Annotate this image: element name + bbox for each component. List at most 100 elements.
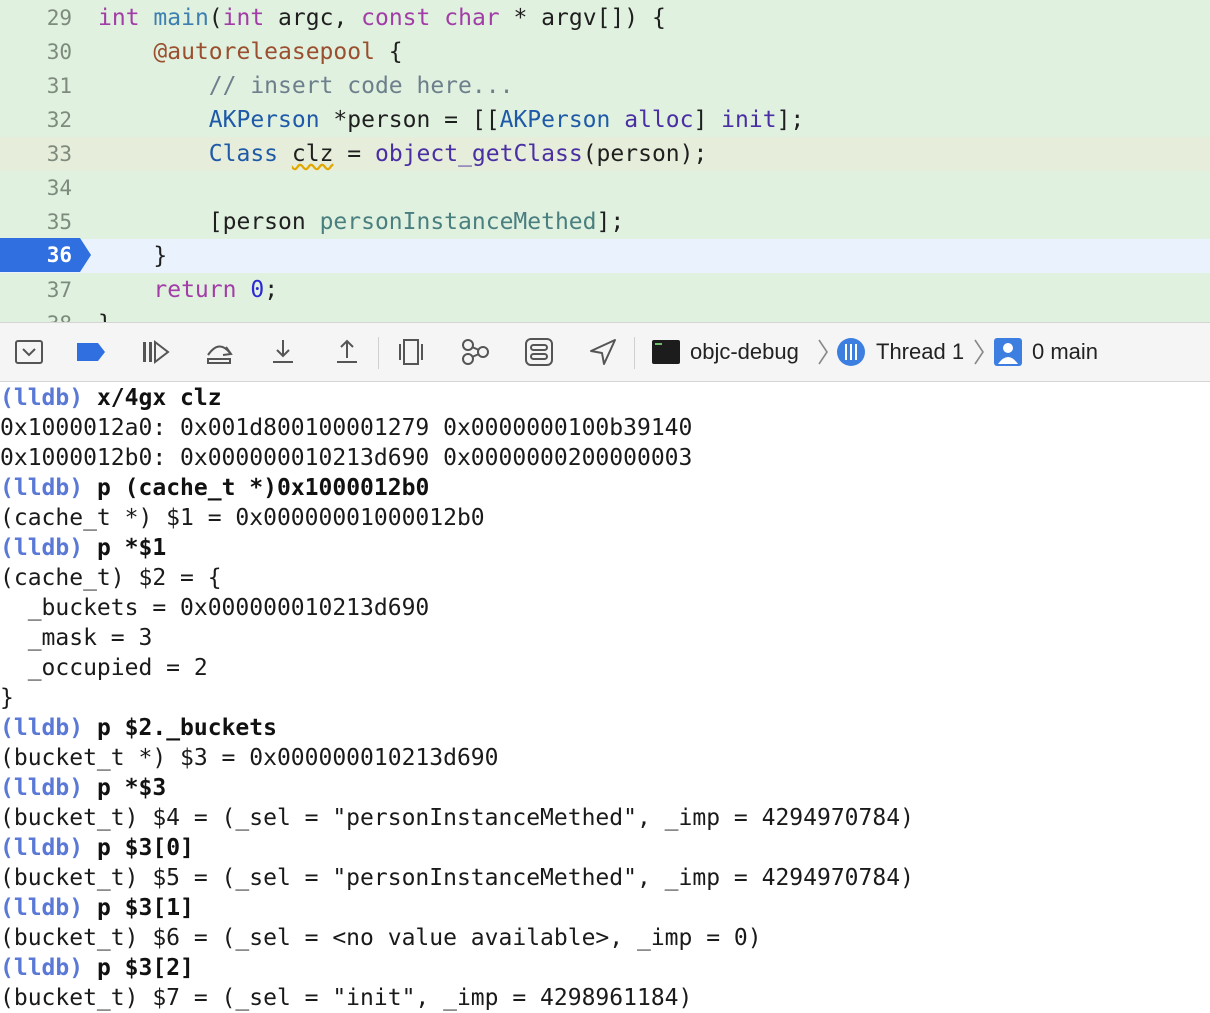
code-token: return [153,277,237,303]
code-token: ]; [776,107,805,133]
debug-memory-graph-button[interactable] [460,337,490,367]
code-line[interactable]: 30 @autoreleasepool { [0,35,1210,69]
code-token: [person [98,209,320,235]
console-command-line: (lldb) p $3[1] [0,893,194,923]
lldb-command: p $3[0] [96,835,194,861]
breakpoint-icon [77,343,105,361]
code-line[interactable]: 33 Class clz = object_getClass(person); [0,137,1210,171]
line-number[interactable]: 38 [0,307,72,322]
code-token: 0 [250,277,265,303]
line-number[interactable]: 29 [0,1,72,35]
source-editor[interactable]: 29 int main(int argc, const char * argv[]… [0,0,1210,322]
code-token: int [98,5,140,31]
hide-debug-area-button[interactable] [14,337,44,367]
code-line[interactable]: 32 AKPerson *person = [[AKPerson alloc] … [0,103,1210,137]
line-number[interactable]: 32 [0,103,72,137]
code-token: } [98,243,168,269]
code-line[interactable]: 35 [person personInstanceMethed]; [0,205,1210,239]
code-token: ]; [596,209,625,235]
lldb-prompt: (lldb) [0,535,84,561]
code-token: (person); [582,141,708,167]
environment-overrides-button[interactable] [524,337,554,367]
current-line-number: 36 [46,243,72,267]
line-number[interactable]: 37 [0,273,72,307]
debug-view-hierarchy-button[interactable] [396,337,426,367]
step-out-button[interactable] [332,337,362,367]
step-over-button[interactable] [204,337,234,367]
chevron-right-icon [818,339,828,365]
code-line[interactable]: 31 // insert code here... [0,69,1210,103]
location-arrow-icon [590,339,616,365]
toggle-breakpoints-button[interactable] [76,337,106,367]
code-token: int [222,5,265,31]
code-token: alloc [624,107,694,133]
line-number[interactable]: 34 [0,171,72,205]
lldb-prompt: (lldb) [0,385,84,411]
console-output-line: (bucket_t) $7 = (_sel = "init", _imp = 4… [0,985,693,1011]
console-command-line: (lldb) p $2._buckets [0,713,277,743]
code-token: ] [693,107,722,133]
code-line[interactable]: 37 return 0; [0,273,1210,307]
console-output-line: 0x1000012a0: 0x001d800100001279 0x000000… [0,415,693,441]
console-command-line: (lldb) p *$3 [0,773,166,803]
thread-icon [837,338,865,366]
code-token: } [98,311,112,322]
code-token: ( [208,5,223,31]
line-number[interactable]: 30 [0,35,72,69]
lldb-command: p *$3 [96,775,167,801]
code-text: return 0; [98,273,278,307]
code-token: *person = [[ [319,107,500,133]
lldb-prompt: (lldb) [0,835,84,861]
step-into-icon [273,340,293,363]
console-output-line: (bucket_t) $5 = (_sel = "personInstanceM… [0,865,914,891]
environment-overrides-icon [525,338,553,366]
code-line[interactable]: 29 int main(int argc, const char * argv[]… [0,1,1210,35]
breakpoint-marker[interactable]: 36 [0,238,92,272]
console-output-line: _mask = 3 [0,625,153,651]
continue-button[interactable] [140,337,170,367]
simulate-location-button[interactable] [588,337,618,367]
code-token: = [333,141,375,167]
console-output-line: (bucket_t) $4 = (_sel = "personInstanceM… [0,805,914,831]
lldb-command: p $2._buckets [96,715,277,741]
code-text: int main(int argc, const char * argv[]) … [98,1,666,35]
code-line[interactable]: 38} [0,307,1210,322]
frame-label: 0 main [1032,339,1099,364]
lldb-command: p $3[1] [96,895,194,921]
code-token: clz [291,141,334,167]
lldb-console[interactable]: (lldb) x/4gx clz 0x1000012a0: 0x001d80010… [0,383,1210,1012]
lldb-prompt: (lldb) [0,895,84,921]
step-into-button[interactable] [268,337,298,367]
code-token: char [444,5,500,31]
code-text: AKPerson *person = [[AKPerson alloc] ini… [98,103,804,137]
lldb-command: p (cache_t *)0x1000012b0 [96,475,430,501]
line-number[interactable]: 31 [0,69,72,103]
lldb-command: x/4gx clz [96,385,222,411]
line-number[interactable]: 33 [0,137,72,171]
console-command-line: (lldb) x/4gx clz [0,383,222,413]
code-token: init [721,107,777,133]
console-output-line: (bucket_t *) $3 = 0x000000010213d690 [0,745,499,771]
code-token: Class [208,141,279,167]
code-token: // insert code here... [208,73,514,99]
lldb-prompt: (lldb) [0,475,84,501]
code-line[interactable]: 34 [0,171,1210,205]
console-output-line: 0x1000012b0: 0x000000010213d690 0x000000… [0,445,693,471]
code-text: } [98,307,112,322]
line-number[interactable]: 35 [0,205,72,239]
code-line[interactable]: 36 } [0,239,1210,273]
console-command-line: (lldb) p $3[0] [0,833,194,863]
hide-debug-area-icon [15,340,43,364]
